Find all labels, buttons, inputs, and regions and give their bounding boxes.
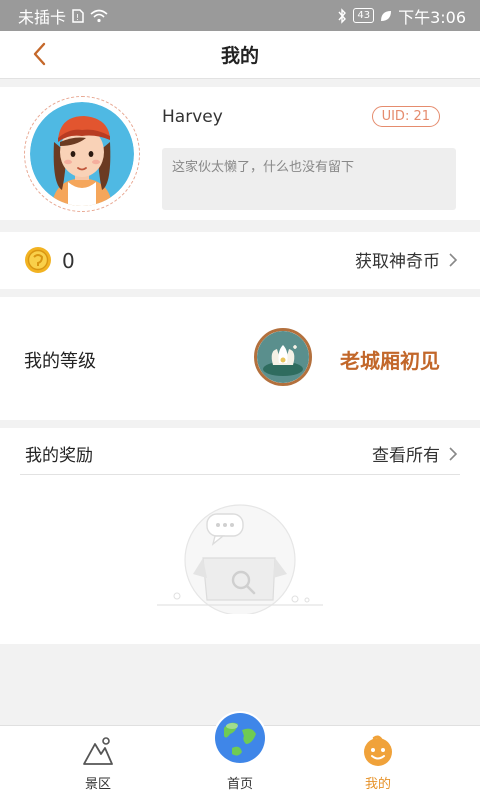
tab-mine-label: 我的 bbox=[364, 777, 391, 792]
tab-home[interactable]: 首页 bbox=[160, 711, 320, 800]
profile-card: Harvey UID: 21 这家伙太懒了，什么也没有留下 bbox=[0, 87, 480, 220]
rewards-title: 我的奖励 bbox=[25, 446, 93, 466]
nav-bar: 我的 bbox=[0, 31, 480, 79]
leaf-icon bbox=[381, 10, 392, 21]
mountain-icon bbox=[83, 737, 113, 765]
tab-home-label: 首页 bbox=[226, 777, 253, 792]
battery-indicator: 43 bbox=[353, 8, 375, 23]
view-all-link[interactable]: 查看所有 bbox=[372, 441, 458, 466]
level-label: 我的等级 bbox=[24, 351, 96, 372]
svg-text:!: ! bbox=[76, 13, 79, 22]
status-bar: 未插卡 ! 43 下午3:06 bbox=[0, 0, 480, 31]
view-all-label: 查看所有 bbox=[372, 446, 440, 466]
avatar-image bbox=[30, 102, 134, 206]
clock-text: 下午3:06 bbox=[398, 7, 466, 27]
level-name: 老城厢初见 bbox=[340, 349, 440, 373]
smiley-icon bbox=[364, 735, 392, 766]
lotus-icon bbox=[257, 331, 309, 383]
level-badge[interactable] bbox=[254, 328, 312, 386]
tab-bar: 景区 首页 我的 bbox=[0, 711, 480, 800]
get-coins-label: 获取神奇币 bbox=[355, 252, 440, 272]
tab-mine[interactable]: 我的 bbox=[298, 726, 458, 800]
chevron-left-icon bbox=[33, 42, 46, 66]
empty-state-illustration bbox=[157, 504, 323, 614]
rewards-header: 我的奖励 查看所有 bbox=[20, 428, 460, 475]
wifi-icon bbox=[90, 9, 108, 22]
coin-icon bbox=[25, 247, 51, 273]
coin-count: 0 bbox=[62, 249, 75, 273]
chevron-right-icon bbox=[449, 446, 458, 461]
rewards-card: 我的奖励 查看所有 bbox=[0, 428, 480, 644]
back-button[interactable] bbox=[26, 39, 56, 69]
chevron-right-icon bbox=[449, 252, 458, 267]
tab-scenic[interactable]: 景区 bbox=[18, 726, 178, 800]
get-coins-link[interactable]: 获取神奇币 bbox=[355, 247, 458, 272]
level-card: 我的等级 老城厢初见 bbox=[0, 297, 480, 420]
bluetooth-icon bbox=[338, 7, 347, 24]
page-title: 我的 bbox=[220, 45, 259, 67]
username: Harvey bbox=[162, 107, 223, 127]
uid-badge: UID: 21 bbox=[371, 106, 440, 127]
bio-text[interactable]: 这家伙太懒了，什么也没有留下 bbox=[162, 148, 456, 210]
carrier-text: 未插卡 bbox=[18, 7, 67, 27]
tab-scenic-label: 景区 bbox=[84, 777, 111, 792]
sim-icon: ! bbox=[72, 8, 84, 23]
coins-row: 0 获取神奇币 bbox=[0, 232, 480, 289]
globe-icon bbox=[213, 711, 267, 765]
avatar[interactable] bbox=[24, 96, 140, 212]
